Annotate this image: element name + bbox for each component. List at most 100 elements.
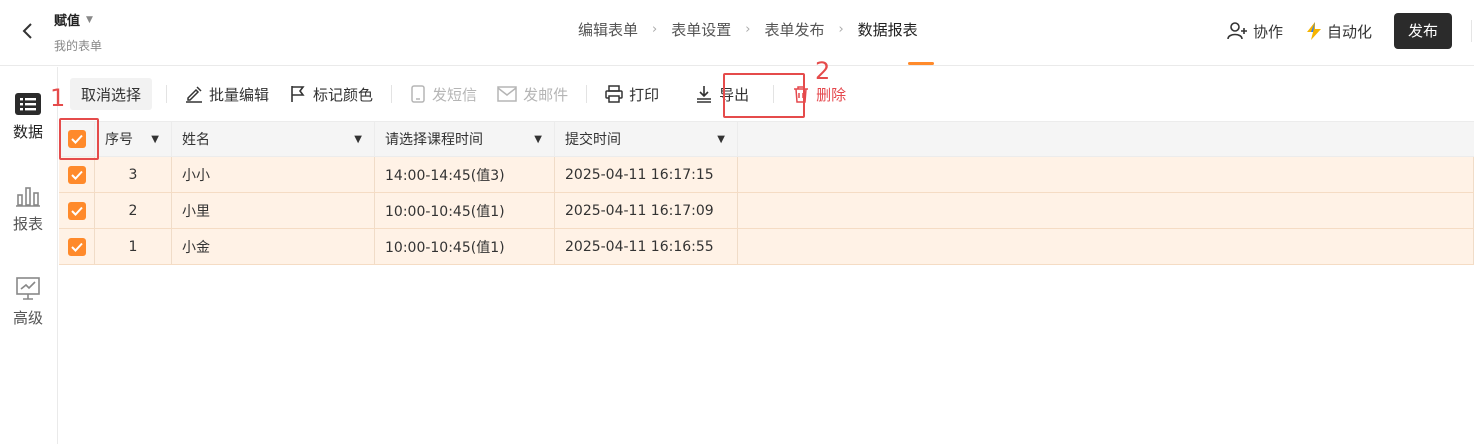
back-button[interactable] <box>16 19 40 43</box>
cell-course-time: 14:00-14:45(值3) <box>375 157 555 192</box>
print-button[interactable]: 打印 <box>595 78 669 110</box>
row-check-cell <box>59 229 95 264</box>
sidebar-label-advanced: 高级 <box>12 309 43 327</box>
annotation-box-select-all <box>59 118 99 160</box>
row-checkbox[interactable] <box>67 165 86 184</box>
batch-edit-button[interactable]: 批量编辑 <box>175 78 279 110</box>
tab-form-publish[interactable]: 表单发布 <box>764 19 824 40</box>
cell-course-time: 10:00-10:45(值1) <box>375 193 555 228</box>
table-row[interactable]: 1 小金 10:00-10:45(值1) 2025-04-11 16:16:55 <box>59 229 1474 265</box>
download-icon <box>697 86 712 103</box>
column-header-submit-time[interactable]: 提交时间 ▼ <box>555 122 738 156</box>
header-divider <box>1471 20 1472 42</box>
column-header-seq[interactable]: 序号 ▼ <box>95 122 172 156</box>
sidebar-label-report: 报表 <box>12 215 43 233</box>
table-header: 序号 ▼ 姓名 ▼ 请选择课程时间 ▼ 提交时间 ▼ <box>59 121 1474 157</box>
annotation-number-2: 2 <box>815 57 831 85</box>
cancel-selection-button[interactable]: 取消选择 <box>70 78 153 110</box>
annotation-box-export <box>723 73 805 118</box>
presentation-icon <box>16 277 40 300</box>
sidebar-item-advanced[interactable]: 高级 <box>0 277 56 328</box>
collaborate-label: 协作 <box>1252 22 1283 41</box>
caret-down-icon[interactable]: ▼ <box>717 134 725 145</box>
form-title[interactable]: 赋值 <box>54 10 80 29</box>
sidebar-item-data[interactable]: 数据 <box>0 93 56 142</box>
batch-edit-icon <box>186 86 203 103</box>
table-row[interactable]: 3 小小 14:00-14:45(值3) 2025-04-11 16:17:15 <box>59 157 1474 193</box>
batch-edit-label: 批量编辑 <box>209 85 270 104</box>
form-breadcrumb[interactable]: 我的表单 <box>54 37 102 54</box>
row-check-cell <box>59 193 95 228</box>
step-nav: 编辑表单 › 表单设置 › 表单发布 › 数据报表 <box>578 19 918 40</box>
chevron-right-icon: › <box>652 22 658 37</box>
collaborate-button[interactable]: 协作 <box>1227 21 1283 42</box>
print-label: 打印 <box>629 85 660 104</box>
cell-submit-time: 2025-04-11 16:17:09 <box>555 193 738 228</box>
publish-button[interactable]: 发布 <box>1393 13 1452 49</box>
automation-button[interactable]: 自动化 <box>1305 21 1372 42</box>
chevron-right-icon: › <box>838 22 844 37</box>
delete-label: 删除 <box>816 85 847 104</box>
column-header-name[interactable]: 姓名 ▼ <box>172 122 375 156</box>
tab-data-report[interactable]: 数据报表 <box>858 19 918 40</box>
send-email-label: 发邮件 <box>523 85 569 104</box>
sidebar-label-data: 数据 <box>12 123 43 141</box>
cell-empty <box>738 229 1474 264</box>
caret-down-icon[interactable]: ▼ <box>534 134 542 145</box>
cell-seq: 1 <box>95 229 172 264</box>
active-tab-indicator <box>908 62 934 65</box>
cell-course-time: 10:00-10:45(值1) <box>375 229 555 264</box>
cell-submit-time: 2025-04-11 16:16:55 <box>555 229 738 264</box>
caret-down-icon[interactable]: ▼ <box>86 15 93 25</box>
top-header: 赋值 ▼ 我的表单 编辑表单 › 表单设置 › 表单发布 › 数据报表 协作 自… <box>0 0 1474 66</box>
tab-form-settings[interactable]: 表单设置 <box>671 19 731 40</box>
mark-color-label: 标记颜色 <box>313 85 374 104</box>
cell-seq: 3 <box>95 157 172 192</box>
cell-seq: 2 <box>95 193 172 228</box>
left-sidebar: 数据 报表 高级 <box>0 67 58 444</box>
cell-name: 小里 <box>172 193 375 228</box>
mail-icon <box>497 86 517 102</box>
send-sms-button[interactable]: 发短信 <box>400 78 487 110</box>
column-label-seq: 序号 <box>105 132 133 148</box>
flag-icon <box>291 86 305 102</box>
cell-name: 小金 <box>172 229 375 264</box>
caret-down-icon[interactable]: ▼ <box>354 134 362 145</box>
data-table: 序号 ▼ 姓名 ▼ 请选择课程时间 ▼ 提交时间 ▼ 3 小小 14:00-14:45(… <box>59 121 1474 265</box>
table-row[interactable]: 2 小里 10:00-10:45(值1) 2025-04-11 16:17:09 <box>59 193 1474 229</box>
send-sms-label: 发短信 <box>432 85 478 104</box>
column-header-course-time[interactable]: 请选择课程时间 ▼ <box>375 122 555 156</box>
row-check-cell <box>59 157 95 192</box>
header-actions: 协作 自动化 发布 <box>1227 13 1452 49</box>
check-icon <box>70 170 83 180</box>
automation-label: 自动化 <box>1326 22 1372 41</box>
send-email-button[interactable]: 发邮件 <box>487 78 578 110</box>
row-checkbox[interactable] <box>67 201 86 220</box>
mark-color-button[interactable]: 标记颜色 <box>279 78 383 110</box>
check-icon <box>70 242 83 252</box>
check-icon <box>70 206 83 216</box>
chevron-left-icon <box>22 23 32 39</box>
form-title-block: 赋值 ▼ 我的表单 <box>54 10 102 54</box>
row-checkbox[interactable] <box>67 237 86 256</box>
toolbar-divider <box>586 85 588 103</box>
tab-edit-form[interactable]: 编辑表单 <box>578 19 638 40</box>
column-label-name: 姓名 <box>182 132 210 148</box>
caret-down-icon[interactable]: ▼ <box>151 134 159 145</box>
lightning-icon <box>1306 22 1321 40</box>
annotation-number-1: 1 <box>50 84 66 112</box>
phone-icon <box>411 85 425 103</box>
column-header-empty <box>738 122 1474 156</box>
chevron-right-icon: › <box>745 22 751 37</box>
cell-empty <box>738 193 1474 228</box>
list-icon <box>15 93 41 115</box>
add-user-icon <box>1227 22 1247 40</box>
printer-icon <box>605 85 623 103</box>
cell-empty <box>738 157 1474 192</box>
toolbar-divider <box>166 85 168 103</box>
column-label-submit-time: 提交时间 <box>565 132 621 148</box>
cell-name: 小小 <box>172 157 375 192</box>
bar-chart-icon <box>16 187 40 207</box>
cell-submit-time: 2025-04-11 16:17:15 <box>555 157 738 192</box>
sidebar-item-report[interactable]: 报表 <box>0 185 56 234</box>
